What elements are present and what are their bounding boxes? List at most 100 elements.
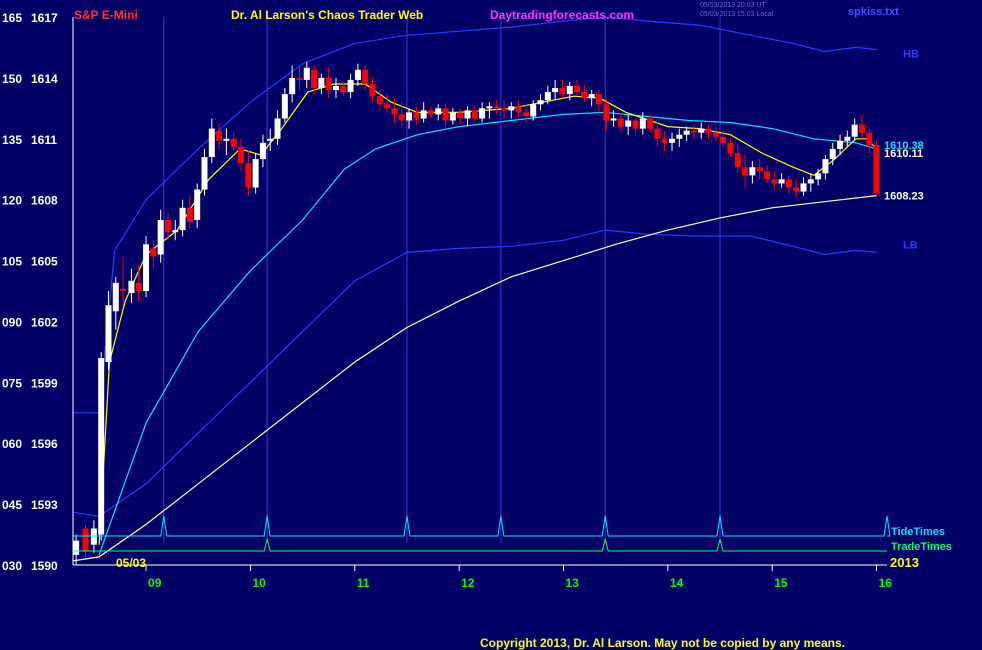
x-tick-label: 12 [461,576,475,590]
y-tick-label-price: 1614 [31,72,58,86]
price-bar-body [727,142,734,153]
price-bar-body [676,134,683,139]
price-bar-body [267,138,274,141]
year-label: 2013 [890,555,919,570]
x-tick-label: 09 [148,576,162,590]
price-bar-body [610,118,617,121]
price-bar-body [683,130,690,135]
y-tick-label-price: 1590 [31,559,58,573]
price-bar-body [844,136,851,141]
price-bar-body [720,136,727,143]
y-tick-label-price: 1605 [31,255,58,269]
price-bar-body [464,110,471,119]
price-bar-body [807,179,814,184]
price-bar-body [508,106,515,111]
price-bar-body [230,138,237,147]
price-bar-body [274,118,281,139]
price-bar-body [742,167,749,176]
price-bar-body [238,146,245,164]
price-chart: TideTimes TradeTimes 030 1590 045 1593 060 159… [2,11,952,590]
price-bar-body [617,118,624,127]
y-tick-label-price: 1593 [31,498,58,512]
price-bar-body [712,132,719,137]
price-bar-body [858,124,865,133]
y-tick-label-left: 135 [2,133,22,147]
price-bar-body [442,108,449,121]
price-bar-body [639,118,646,129]
price-bar-body [340,86,347,93]
y-tick-label-price: 1611 [31,133,57,147]
price-bar-body [376,96,383,105]
site-link[interactable]: Daytradingforecasts.com [490,8,634,22]
price-bar-body [82,528,89,551]
copyright-notice: Copyright 2013, Dr. Al Larson. May not b… [480,636,845,650]
timestamp-local: 05/03/2013 15:03 Local [700,11,774,18]
y-tick-label-left: 060 [2,437,22,451]
right-value-label: HB [903,49,919,61]
price-bar-body [851,124,858,137]
price-bar-body [354,69,361,80]
price-bar-body [420,110,427,119]
price-bar-body [435,108,442,115]
trade-times-label: TradeTimes [891,541,952,553]
y-tick-label-left: 165 [2,11,22,25]
price-bar-body [398,114,405,121]
y-tick-label-left: 120 [2,194,22,208]
x-tick-label: 16 [879,576,893,590]
price-bar-body [559,88,566,95]
price-bar-body [179,207,186,231]
price-bar-body [647,118,654,129]
price-bar-body [362,69,369,84]
right-value-label: LB [903,239,918,251]
price-bar-body [150,248,157,257]
price-bar-body [143,244,150,291]
price-bar-body [815,173,822,180]
price-bar-body [479,108,486,119]
price-bar-body [252,159,259,188]
price-bar-body [186,207,193,222]
price-bar-body [332,86,339,91]
price-bar-body [574,86,581,93]
price-bar-body [661,138,668,143]
price-bar-body [873,144,880,194]
x-tick-label: 15 [774,576,788,590]
price-bar-body [501,108,508,111]
price-bar-body [698,128,705,133]
price-bar-body [135,282,142,291]
y-tick-label-left: 150 [2,72,22,86]
lower-band-line [72,229,877,517]
x-tick-label: 14 [670,576,684,590]
fast-average-line [98,83,878,545]
y-tick-label-left: 045 [2,498,22,512]
price-bar-body [427,110,434,115]
price-bar-body [544,92,551,101]
tide-times-line [73,515,891,537]
upper-band-line [73,16,877,414]
price-bar-body [112,282,119,312]
price-bar-body [164,219,171,233]
price-bar-body [837,140,844,149]
price-bar-body [391,108,398,115]
price-bar-body [471,110,478,119]
price-bar-body [595,94,602,105]
price-bar-body [771,179,778,184]
trade-times-line [73,538,887,552]
price-bar-body [201,157,208,190]
price-bar-body [522,112,529,117]
slow-average-line [72,195,877,562]
y-tick-label-left: 075 [2,376,22,390]
price-bar-body [530,104,537,117]
chart-title: Dr. Al Larson's Chaos Trader Web [231,8,424,22]
price-bar-body [120,288,127,291]
right-value-label: 1610.11 [884,148,923,160]
price-bar-body [172,230,179,233]
price-bar-body [105,305,112,363]
price-bar-body [449,112,456,121]
price-bar-body [866,132,873,145]
tide-times-label: TideTimes [891,526,945,538]
price-bar-body [793,187,800,192]
price-bar-body [216,130,223,141]
price-bar-body [566,86,573,95]
x-tick-label: 13 [565,576,579,590]
price-bar-body [223,138,230,141]
